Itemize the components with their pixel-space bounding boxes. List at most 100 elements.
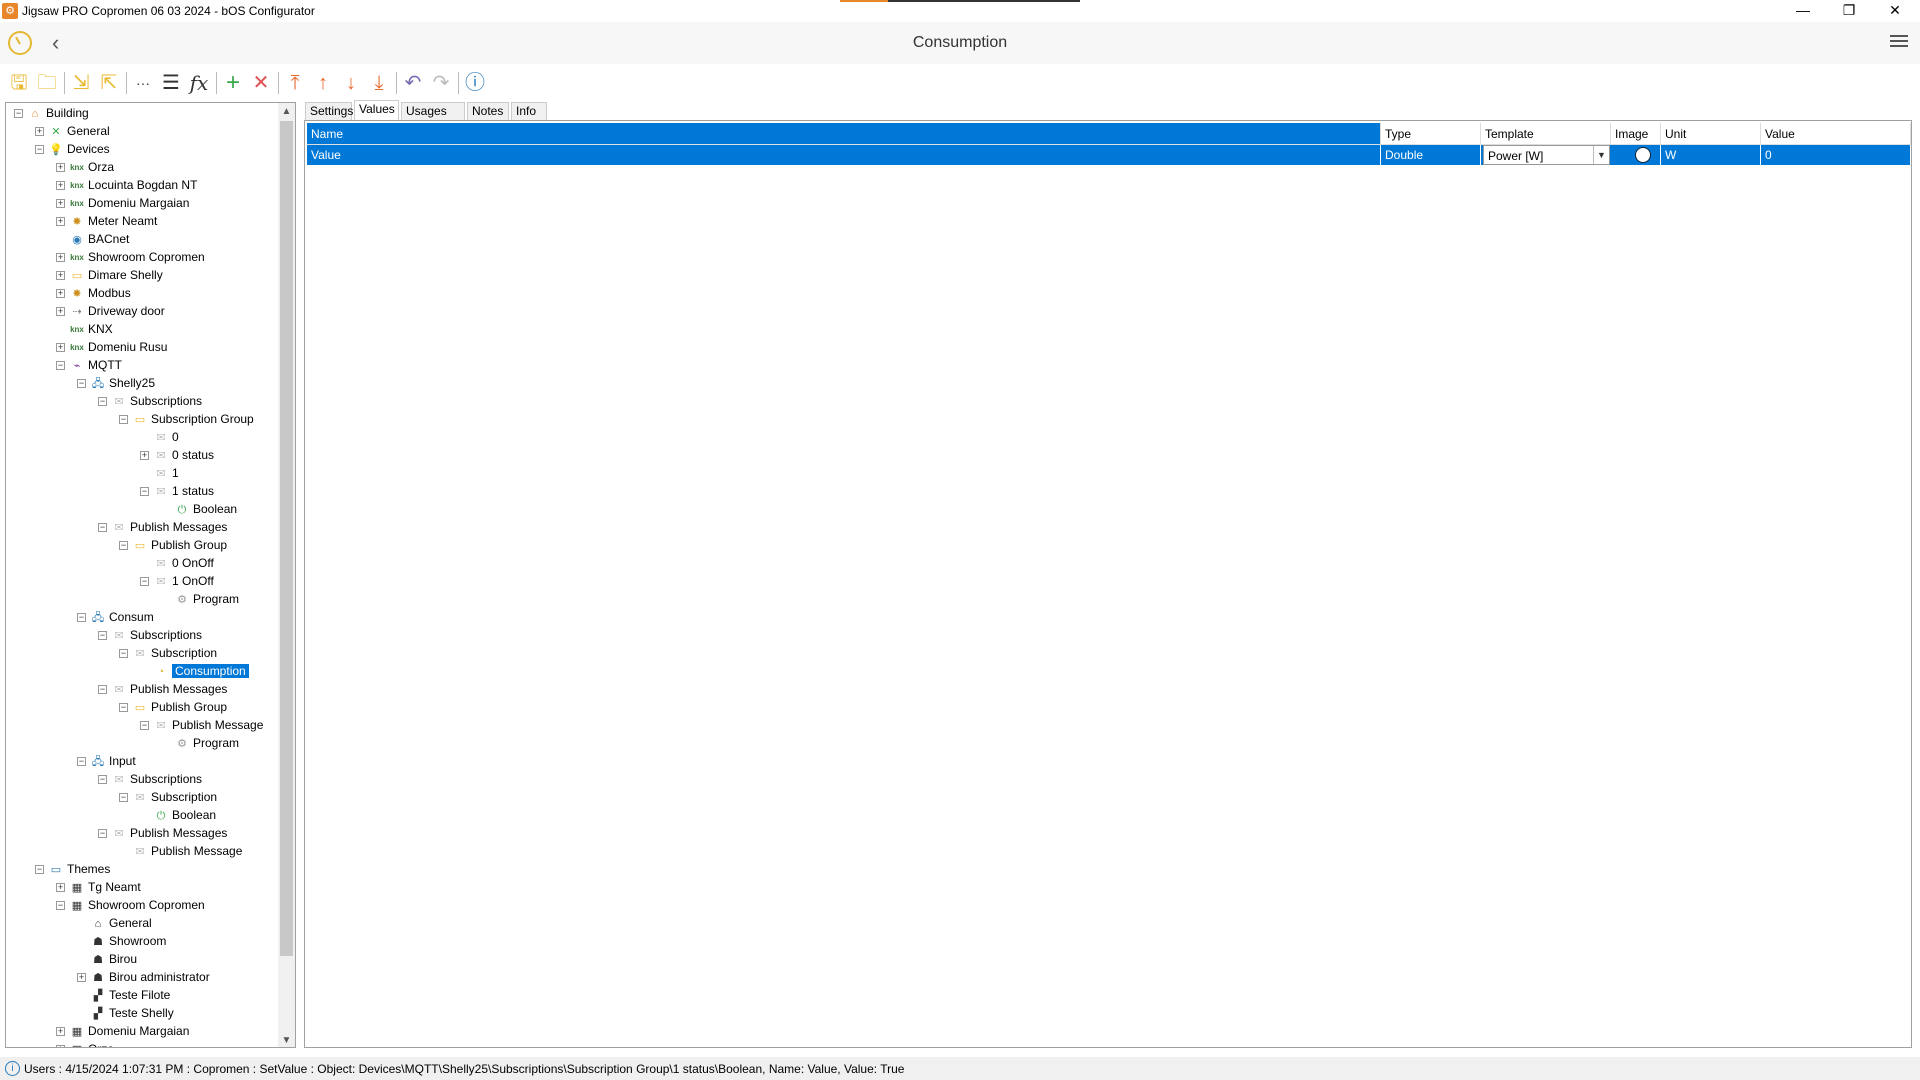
tree-item[interactable]: − ✉ Publish Message [140,716,263,734]
tab-values[interactable]: Values [354,100,399,120]
expand-icon[interactable]: + [56,253,65,263]
tree-item[interactable]: − ▭ Subscription Group [119,410,254,428]
tree-item[interactable]: − ✉ Publish Messages [98,518,227,536]
tree-item[interactable]: ⏻ Boolean [140,806,216,824]
collapse-icon[interactable]: − [119,793,128,803]
tree-item[interactable]: + ▦ Tg Neamt [56,878,141,896]
object-tree[interactable]: − ⌂ Building + ✕ General − 💡 Devices + knx Orza + knx… [5,102,296,1048]
expand-icon[interactable]: + [35,127,44,137]
collapse-icon[interactable]: − [140,721,149,731]
export-icon[interactable]: ⇲ [68,70,94,96]
tree-item[interactable]: − 💡 Devices [35,140,110,158]
collapse-icon[interactable]: − [98,775,107,785]
tree-item[interactable]: ⚙ Program [161,734,239,752]
move-top-icon[interactable]: ⤒ [282,70,308,96]
tree-item[interactable]: ⚙ Program [161,590,239,608]
tree-item[interactable]: + knx Orza [56,158,114,176]
collapse-icon[interactable]: − [140,487,149,497]
tree-item[interactable]: − ✉ Subscription [119,644,217,662]
collapse-icon[interactable]: − [56,361,65,371]
collapse-icon[interactable]: − [119,703,128,713]
tree-item[interactable]: ▞ Teste Filote [77,986,171,1004]
expand-icon[interactable]: + [77,973,86,983]
expand-icon[interactable]: + [56,883,65,893]
expand-icon[interactable]: + [56,271,65,281]
cell-type[interactable]: Double [1381,145,1481,165]
tree-item[interactable]: + ⇢ Driveway door [56,302,165,320]
expand-icon[interactable]: + [56,1027,65,1037]
tree-item[interactable]: + ▦ Domeniu Margaian [56,1022,189,1040]
tree-item[interactable]: ☗ Showroom [77,932,166,950]
column-header-name[interactable]: Name [307,123,1381,145]
template-dropdown[interactable]: Power [W] ▼ [1483,145,1610,165]
scroll-thumb[interactable] [280,121,293,956]
tree-item[interactable]: + ✸ Modbus [56,284,131,302]
collapse-icon[interactable]: − [35,865,44,875]
collapse-icon[interactable]: − [98,631,107,641]
collapse-icon[interactable]: − [98,397,107,407]
cell-unit[interactable]: W [1661,145,1761,165]
tree-item[interactable]: − ⌂ Building [14,104,89,122]
column-header-value[interactable]: Value [1761,123,1911,145]
tree-item[interactable]: ✉ 0 OnOff [140,554,213,572]
expand-icon[interactable]: + [56,163,65,173]
tree-item[interactable]: ◉ BACnet [56,230,129,248]
expand-icon[interactable]: + [56,199,65,209]
save-icon[interactable]: 🖫 [6,70,32,96]
column-header-type[interactable]: Type [1381,123,1481,145]
tab-info[interactable]: Info [511,102,547,120]
tree-item[interactable]: − ▦ Showroom Copromen [56,896,205,914]
import-icon[interactable]: ⇱ [96,70,122,96]
cell-image[interactable] [1611,145,1661,165]
tree-item[interactable]: + ✉ 0 status [140,446,214,464]
move-down-icon[interactable]: ↓ [338,70,364,96]
tree-item[interactable]: + ▭ Dimare Shelly [56,266,163,284]
tree-item[interactable]: − 🖧 Consum [77,608,154,626]
tree-item[interactable]: ◔ Consumption [140,662,249,680]
table-row[interactable]: Value Double Power [W] ▼ W 0 [307,145,1911,165]
cell-value[interactable]: 0 [1761,145,1911,165]
tree-item[interactable]: knx KNX [56,320,113,338]
column-header-template[interactable]: Template [1481,123,1611,145]
tree-item[interactable]: ✉ 0 [140,428,178,446]
tree-item[interactable]: + knx Domeniu Rusu [56,338,167,356]
tree-item[interactable]: + knx Showroom Copromen [56,248,205,266]
expand-icon[interactable]: + [56,217,65,227]
chevron-down-icon[interactable]: ▼ [1593,146,1609,164]
expand-icon[interactable]: + [56,181,65,191]
tree-item[interactable]: ▞ Teste Shelly [77,1004,174,1022]
tree-item[interactable]: − ✉ Publish Messages [98,680,227,698]
redo-icon[interactable]: ↷ [428,70,454,96]
move-bottom-icon[interactable]: ⤓ [366,70,392,96]
more-icon[interactable]: ··· [130,70,156,96]
collapse-icon[interactable]: − [98,829,107,839]
collapse-icon[interactable]: − [35,145,44,155]
scroll-up-icon[interactable]: ▲ [278,103,295,120]
tree-item[interactable]: ⌂ General [77,914,152,932]
collapse-icon[interactable]: − [98,523,107,533]
tree-item[interactable]: − ✉ 1 status [140,482,214,500]
tree-item[interactable]: − ✉ Subscription [119,788,217,806]
tree-item[interactable]: − 🖧 Input [77,752,136,770]
collapse-icon[interactable]: − [14,109,23,119]
column-header-image[interactable]: Image [1611,123,1661,145]
menu-icon[interactable] [1890,32,1908,50]
column-header-unit[interactable]: Unit [1661,123,1761,145]
tree-item[interactable]: − ▭ Themes [35,860,110,878]
expand-icon[interactable]: + [140,451,149,461]
expand-icon[interactable]: + [56,1045,65,1047]
expand-icon[interactable]: + [56,307,65,317]
function-icon[interactable]: fx [186,70,212,96]
collapse-icon[interactable]: − [77,379,86,389]
tree-item[interactable]: + ✕ General [35,122,110,140]
expand-icon[interactable]: + [56,343,65,353]
scroll-down-icon[interactable]: ▼ [278,1032,295,1047]
settings-sliders-icon[interactable]: ☰ [158,70,184,96]
tree-item[interactable]: − ⌁ MQTT [56,356,122,374]
tab-usages[interactable]: Usages (0) [401,102,465,134]
tree-item[interactable]: − ✉ Publish Messages [98,824,227,842]
tree-scrollbar[interactable]: ▲ ▼ [278,103,295,1047]
add-icon[interactable]: + [220,70,246,96]
open-folder-icon[interactable]: 🗀 [34,70,60,96]
tree-item[interactable]: ✉ 1 [140,464,178,482]
